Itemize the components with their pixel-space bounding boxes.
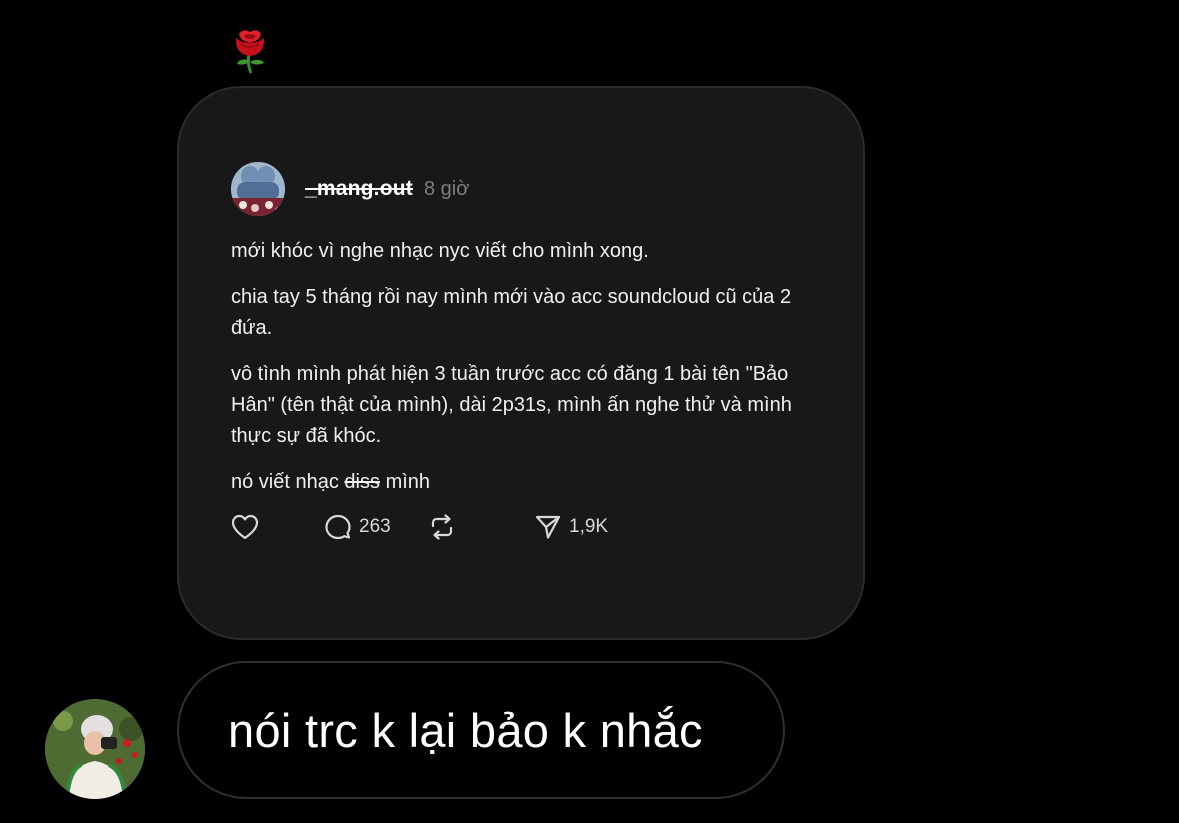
- chat-screen: _mang.out 8 giờ mới khóc vì nghe nhạc ny…: [0, 0, 1179, 823]
- post-actions: 263 1,9K: [231, 514, 651, 544]
- shared-post-card[interactable]: _mang.out 8 giờ mới khóc vì nghe nhạc ny…: [177, 86, 865, 640]
- last-line-before: nó viết nhạc: [231, 471, 339, 493]
- post-paragraph: mới khóc vì nghe nhạc nyc viết cho mình …: [231, 240, 649, 262]
- like-button[interactable]: [231, 514, 259, 540]
- struck-word: diss: [344, 471, 380, 493]
- rose-icon: [235, 30, 265, 74]
- send-icon: [535, 515, 561, 539]
- repost-button[interactable]: [428, 514, 456, 540]
- post-author-username[interactable]: _mang.out: [305, 177, 413, 201]
- last-line-after: mình: [385, 471, 431, 493]
- share-button[interactable]: 1,9K: [535, 514, 608, 540]
- share-count: 1,9K: [569, 516, 609, 537]
- message-text: nói trc k lại bảo k nhắc: [228, 703, 703, 757]
- repost-icon: [431, 514, 453, 540]
- reply-count: 263: [359, 516, 391, 537]
- message-bubble[interactable]: nói trc k lại bảo k nhắc: [177, 661, 785, 799]
- rose-reaction[interactable]: [229, 28, 271, 74]
- post-timestamp: 8 giờ: [423, 177, 470, 200]
- comment-icon: [325, 514, 351, 540]
- heart-icon: [231, 514, 259, 540]
- sender-avatar[interactable]: [45, 699, 145, 799]
- post-author-avatar[interactable]: [231, 162, 285, 216]
- post-header: _mang.out 8 giờ: [231, 162, 469, 216]
- post-last-line: nó viết nhạc diss mình: [231, 467, 831, 498]
- post-paragraph: chia tay 5 tháng rồi nay mình mới vào ac…: [231, 286, 792, 339]
- reply-button[interactable]: 263: [325, 514, 391, 540]
- post-body: mới khóc vì nghe nhạc nyc viết cho mình …: [231, 236, 831, 513]
- post-paragraph: vô tình mình phát hiện 3 tuần trước acc …: [231, 363, 792, 447]
